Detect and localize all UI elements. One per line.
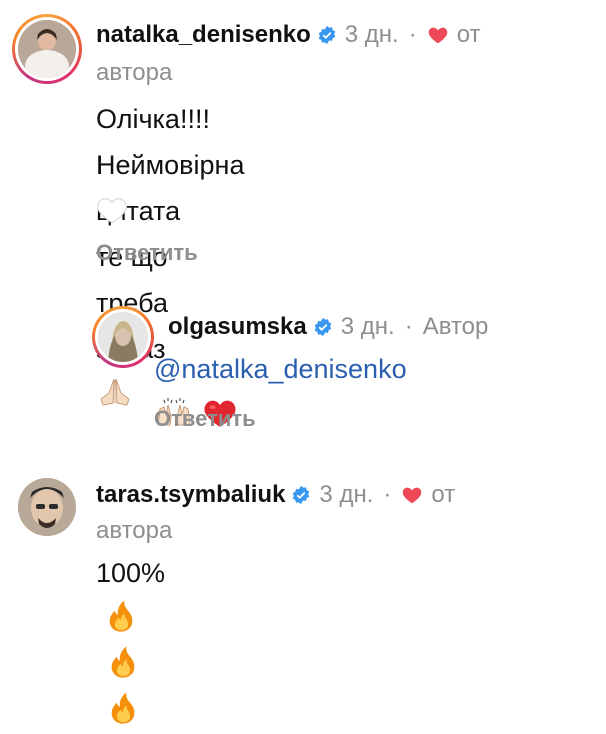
fire-icon xyxy=(111,646,135,678)
avatar-taras[interactable] xyxy=(18,478,76,536)
white-heart-icon xyxy=(97,198,127,224)
timestamp: 3 дн. xyxy=(340,313,395,340)
fire-icon xyxy=(109,600,133,632)
comment-text-value: 100% xyxy=(96,558,166,588)
reply-button[interactable]: Ответить xyxy=(154,406,256,432)
liked-by-author-label: от xyxy=(431,481,456,508)
reply-button[interactable]: Ответить xyxy=(96,240,198,266)
author-badge: Автор xyxy=(422,313,489,340)
separator-dot: · xyxy=(408,21,417,48)
comment-text: 100% xyxy=(96,550,165,734)
avatar-natalka[interactable] xyxy=(12,14,82,84)
verified-badge-icon xyxy=(314,317,331,337)
liked-by-author-label: от xyxy=(456,21,481,48)
liked-by-author-label-cont: автора xyxy=(96,517,173,544)
username[interactable]: olgasumska xyxy=(168,312,307,342)
folded-hands-icon xyxy=(100,378,130,406)
verified-badge-icon xyxy=(318,25,336,45)
username[interactable]: natalka_denisenko xyxy=(96,20,311,50)
timestamp: 3 дн. xyxy=(319,481,374,508)
liked-by-author-label-cont: автора xyxy=(96,59,173,86)
verified-badge-icon xyxy=(293,485,310,505)
username[interactable]: taras.tsymbaliuk xyxy=(96,480,285,510)
separator-dot: · xyxy=(383,481,392,508)
heart-icon xyxy=(403,487,422,504)
separator-dot: · xyxy=(404,313,413,340)
heart-icon xyxy=(428,27,448,44)
timestamp: 3 дн. xyxy=(344,21,399,48)
avatar-olgasumska[interactable] xyxy=(92,306,154,368)
mention-link[interactable]: @natalka_denisenko xyxy=(154,354,407,384)
fire-icon xyxy=(111,692,135,724)
